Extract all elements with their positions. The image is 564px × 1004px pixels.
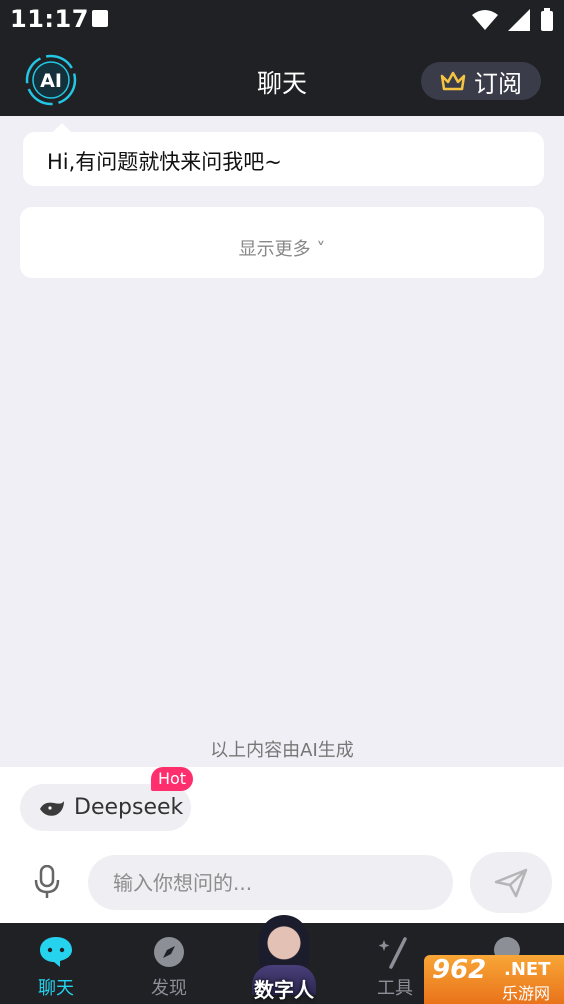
magic-wand-icon xyxy=(378,937,407,969)
subscribe-label: 订阅 xyxy=(474,69,522,98)
nav-label-discover: 发现 xyxy=(151,978,187,999)
signal-icon xyxy=(508,9,530,31)
composer: Deepseek Hot xyxy=(0,767,564,923)
status-bar: 11:17 xyxy=(0,0,564,38)
show-more-button[interactable]: 显示更多 ˅ xyxy=(20,235,544,261)
watermark-net: .NET xyxy=(504,959,551,980)
notification-icon xyxy=(92,10,108,27)
nav-item-chat[interactable]: 聊天 xyxy=(11,923,101,1004)
greeting-bubble: Hi,有问题就快来问我吧~ xyxy=(23,132,544,186)
wifi-icon xyxy=(472,10,498,30)
model-chip-deepseek[interactable]: Deepseek xyxy=(20,784,191,831)
message-input[interactable] xyxy=(88,855,453,910)
subscribe-button[interactable]: 订阅 xyxy=(421,62,541,100)
watermark-number: 962 xyxy=(432,955,487,985)
status-icons xyxy=(472,8,554,32)
show-more-card[interactable]: 显示更多 ˅ xyxy=(20,207,544,278)
whale-icon xyxy=(40,800,64,816)
send-button[interactable] xyxy=(470,852,552,913)
microphone-icon[interactable] xyxy=(32,865,62,899)
chat-bubble-icon xyxy=(40,937,72,967)
nav-item-discover[interactable]: 发现 xyxy=(124,923,214,1004)
site-watermark: 962 .NET 乐游网 xyxy=(424,955,564,1004)
model-chip-label: Deepseek xyxy=(74,795,184,820)
send-icon xyxy=(494,868,528,897)
nav-label-chat: 聊天 xyxy=(38,978,74,999)
nav-label-digital-human: 数字人 xyxy=(254,978,314,1002)
battery-icon xyxy=(541,8,553,31)
ai-disclaimer: 以上内容由AI生成 xyxy=(210,740,354,761)
compass-icon xyxy=(154,937,184,967)
watermark-cn: 乐游网 xyxy=(502,984,551,1003)
crown-icon xyxy=(440,71,466,91)
top-app-bar: AI 聊天 订阅 xyxy=(0,38,564,116)
nav-item-digital-human[interactable]: 数字人 xyxy=(248,915,320,1004)
status-time: 11:17 xyxy=(10,5,89,33)
hot-badge: Hot xyxy=(151,767,193,791)
greeting-text: Hi,有问题就快来问我吧~ xyxy=(47,150,282,174)
